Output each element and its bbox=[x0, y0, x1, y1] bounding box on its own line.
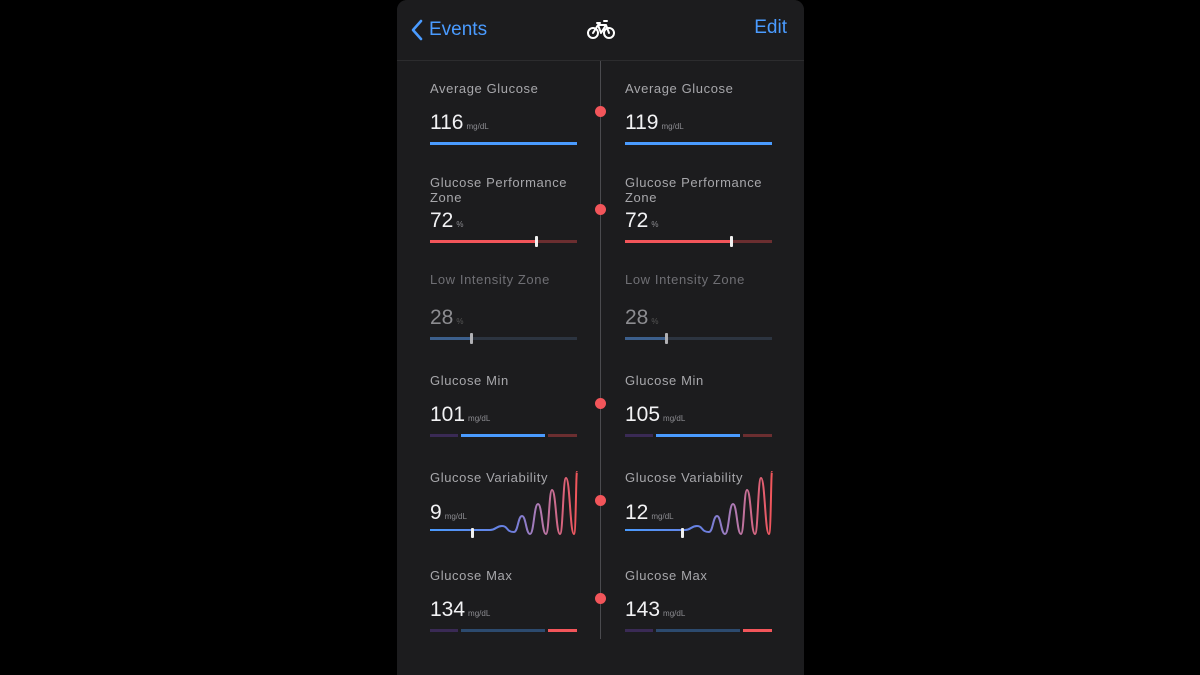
low-intensity-zone-metric[interactable]: Low Intensity Zone 28% bbox=[430, 272, 578, 344]
glucose-variability-metric[interactable]: Glucose Variability 12 mg/dL bbox=[625, 470, 773, 540]
metric-title: Average Glucose bbox=[625, 81, 734, 96]
metric-value: 28% bbox=[625, 306, 659, 329]
metric-title: Average Glucose bbox=[430, 81, 539, 96]
low-fill-bar bbox=[430, 337, 471, 340]
metric-value: 105 mg/dL bbox=[625, 403, 686, 426]
zone-remaining-bar bbox=[538, 240, 577, 243]
back-label: Events bbox=[429, 19, 488, 40]
range-high-segment bbox=[548, 434, 577, 437]
zone-fill-bar bbox=[430, 240, 536, 243]
zone-marker bbox=[535, 236, 538, 247]
low-marker bbox=[470, 333, 473, 344]
range-mid-segment bbox=[656, 629, 740, 632]
edit-button[interactable]: Edit bbox=[754, 17, 787, 39]
timeline-dot bbox=[595, 398, 606, 409]
metric-value: 72% bbox=[625, 209, 659, 232]
range-low-segment bbox=[430, 434, 458, 437]
variability-marker bbox=[471, 528, 474, 538]
metric-title: Glucose Max bbox=[430, 568, 513, 583]
timeline-dot bbox=[595, 495, 606, 506]
timeline-dot bbox=[595, 593, 606, 604]
metric-title: Glucose Variability bbox=[430, 470, 549, 485]
range-low-segment bbox=[430, 629, 458, 632]
low-fill-bar bbox=[625, 337, 666, 340]
phone-screen: Events Edit Average Glucose 116 mg/dL Glu… bbox=[397, 0, 804, 675]
range-mid-segment bbox=[656, 434, 740, 437]
zone-remaining-bar bbox=[733, 240, 772, 243]
performance-zone-metric[interactable]: Glucose Performance Zone 72% bbox=[430, 175, 578, 247]
metric-title: Glucose Min bbox=[430, 373, 509, 388]
metric-value: 119 mg/dL bbox=[625, 111, 684, 134]
glucose-min-metric[interactable]: Glucose Min 101 mg/dL bbox=[430, 373, 578, 443]
average-glucose-metric[interactable]: Average Glucose 119 mg/dL bbox=[625, 81, 773, 151]
variability-marker bbox=[681, 528, 684, 538]
range-mid-segment bbox=[461, 434, 545, 437]
metric-title: Glucose Variability bbox=[625, 470, 744, 485]
metric-title: Glucose Max bbox=[625, 568, 708, 583]
range-high-segment bbox=[743, 434, 772, 437]
metric-title: Low Intensity Zone bbox=[625, 272, 745, 287]
average-bar bbox=[430, 142, 577, 145]
glucose-min-metric[interactable]: Glucose Min 105 mg/dL bbox=[625, 373, 773, 443]
metric-value: 116 mg/dL bbox=[430, 111, 489, 134]
range-low-segment bbox=[625, 629, 653, 632]
metric-value: 101 mg/dL bbox=[430, 403, 491, 426]
range-low-segment bbox=[625, 434, 653, 437]
low-marker bbox=[665, 333, 668, 344]
metric-value: 143 mg/dL bbox=[625, 598, 686, 621]
range-high-segment bbox=[743, 629, 772, 632]
timeline-dot bbox=[595, 106, 606, 117]
zone-fill-bar bbox=[625, 240, 731, 243]
metric-title: Glucose Performance Zone bbox=[625, 175, 763, 205]
metric-value: 12 mg/dL bbox=[625, 501, 674, 524]
average-bar bbox=[625, 142, 772, 145]
low-intensity-zone-metric[interactable]: Low Intensity Zone 28% bbox=[625, 272, 773, 344]
low-remaining-bar bbox=[668, 337, 772, 340]
back-button[interactable]: Events bbox=[411, 14, 487, 46]
metric-title: Glucose Performance Zone bbox=[430, 175, 568, 205]
timeline-dot bbox=[595, 204, 606, 215]
chevron-left-icon bbox=[411, 19, 423, 41]
metric-title: Glucose Min bbox=[625, 373, 704, 388]
low-remaining-bar bbox=[473, 337, 577, 340]
timeline-divider bbox=[600, 61, 601, 639]
metric-value: 72% bbox=[430, 209, 464, 232]
navigation-bar: Events Edit bbox=[397, 0, 804, 61]
performance-zone-metric[interactable]: Glucose Performance Zone 72% bbox=[625, 175, 773, 247]
zone-marker bbox=[730, 236, 733, 247]
range-high-segment bbox=[548, 629, 577, 632]
metric-value: 134 mg/dL bbox=[430, 598, 491, 621]
average-glucose-metric[interactable]: Average Glucose 116 mg/dL bbox=[430, 81, 578, 151]
range-mid-segment bbox=[461, 629, 545, 632]
glucose-max-metric[interactable]: Glucose Max 143 mg/dL bbox=[625, 568, 773, 638]
bicycle-icon bbox=[587, 20, 615, 39]
glucose-max-metric[interactable]: Glucose Max 134 mg/dL bbox=[430, 568, 578, 638]
glucose-variability-metric[interactable]: Glucose Variability 9 mg/dL bbox=[430, 470, 578, 540]
metric-value: 9 mg/dL bbox=[430, 501, 467, 524]
metric-value: 28% bbox=[430, 306, 464, 329]
metric-title: Low Intensity Zone bbox=[430, 272, 550, 287]
